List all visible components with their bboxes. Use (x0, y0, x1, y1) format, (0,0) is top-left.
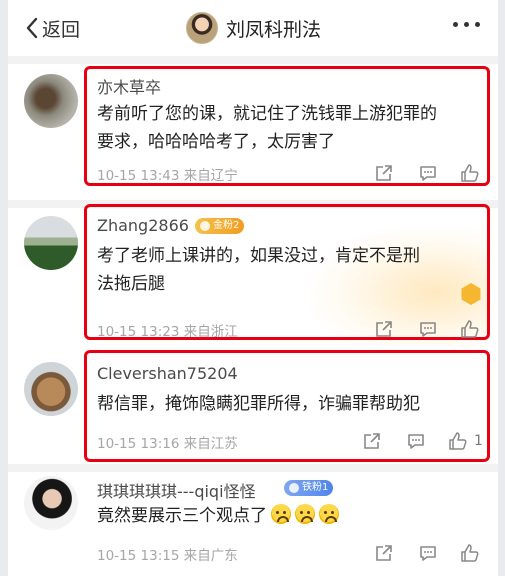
more-options-button[interactable] (453, 22, 480, 27)
fan-level-badge: 铁粉1 (284, 480, 334, 496)
comment-icon (408, 434, 424, 449)
comment-text: 考前听了您的课，就记住了洗钱罪上游犯罪的 要求，哈哈哈哈考了，太厉害了 (97, 100, 485, 156)
like-count: 1 (474, 433, 483, 449)
comment-location: 来自浙江 (183, 324, 238, 340)
reply-button[interactable] (416, 542, 440, 564)
comment-icon (420, 322, 436, 337)
crying-face-icon (295, 504, 315, 524)
weibo-comments-screen: 返回 刘凤科刑法 亦木草卒 考前听了您的课，就记住了洗钱罪上游犯罪的 要求，哈哈… (8, 0, 498, 576)
back-button[interactable]: 返回 (24, 14, 80, 42)
comment-icon (420, 546, 436, 561)
badge-label: 金粉2 (213, 220, 240, 231)
comment-location: 来自广东 (183, 548, 238, 564)
share-icon (376, 165, 392, 181)
comment-actions (372, 542, 482, 564)
crying-face-icon (319, 504, 339, 524)
comment-location: 来自江苏 (183, 436, 238, 452)
account-avatar[interactable] (186, 12, 218, 44)
user-avatar[interactable] (24, 362, 78, 416)
like-button[interactable] (458, 162, 482, 184)
comment-item[interactable]: Zhang2866 金粉2 考了老师上课讲的，如果没过，肯定不是刑 法拖后腿 1… (8, 204, 498, 346)
badge-icon (289, 483, 299, 493)
share-icon (376, 321, 392, 337)
comment-meta: 10-15 13:16 来自江苏 (97, 432, 238, 452)
comment-text: 竟然要展示三个观点了 (97, 502, 485, 530)
comment-meta: 10-15 13:15 来自广东 (97, 544, 238, 564)
fan-level-badge: 金粉2 (195, 218, 245, 234)
comment-meta: 10-15 13:23 来自浙江 (97, 320, 238, 340)
comment-item[interactable]: 亦木草卒 考前听了您的课，就记住了洗钱罪上游犯罪的 要求，哈哈哈哈考了，太厉害了… (8, 64, 498, 200)
comment-text: 考了老师上课讲的，如果没过，肯定不是刑 法拖后腿 (97, 242, 485, 298)
comment-item[interactable]: 琪琪琪琪琪---qiqi怪怪 铁粉1 竟然要展示三个观点了 10-15 13:1… (8, 472, 498, 576)
more-dot-icon (475, 22, 480, 27)
comment-username[interactable]: Zhang2866 (97, 216, 189, 235)
reply-button[interactable] (416, 162, 440, 184)
back-label: 返回 (42, 18, 81, 41)
thumbs-up-icon (461, 164, 479, 182)
comment-meta: 10-15 13:43 来自辽宁 (97, 164, 238, 184)
comment-username[interactable]: 琪琪琪琪琪---qiqi怪怪 (97, 478, 256, 502)
comment-username[interactable]: Clevershan75204 (97, 364, 238, 383)
chevron-left-icon (26, 17, 38, 39)
badge-icon (200, 221, 210, 231)
like-button[interactable] (458, 542, 482, 564)
comment-time: 10-15 13:15 (97, 548, 180, 564)
comment-actions (372, 162, 482, 184)
comment-text: 帮信罪，掩饰隐瞒犯罪所得，诈骗罪帮助犯 (97, 390, 485, 418)
comment-location: 来自辽宁 (183, 168, 238, 184)
page-title-group[interactable]: 刘凤科刑法 (186, 11, 321, 45)
comment-time: 10-15 13:23 (97, 324, 180, 340)
share-button[interactable] (360, 430, 384, 452)
comment-text-line: 竟然要展示三个观点了 (97, 506, 267, 526)
share-button[interactable] (372, 318, 396, 340)
thumbs-up-icon (461, 544, 479, 562)
badge-label: 铁粉1 (302, 482, 329, 493)
like-button[interactable] (446, 430, 470, 452)
comment-time: 10-15 13:16 (97, 436, 180, 452)
top-navigation-bar: 返回 刘凤科刑法 (8, 0, 498, 56)
comment-text-line: 法拖后腿 (97, 274, 165, 294)
crying-face-icon (271, 504, 291, 524)
user-avatar[interactable] (24, 476, 78, 530)
comment-item[interactable]: Clevershan75204 帮信罪，掩饰隐瞒犯罪所得，诈骗罪帮助犯 10-1… (8, 350, 498, 464)
comment-text-line: 帮信罪，掩饰隐瞒犯罪所得，诈骗罪帮助犯 (97, 394, 420, 414)
page-title: 刘凤科刑法 (226, 18, 322, 41)
comment-username[interactable]: 亦木草卒 (97, 74, 161, 98)
comment-actions (372, 318, 482, 340)
user-avatar[interactable] (24, 74, 78, 128)
comment-text-line: 要求，哈哈哈哈考了，太厉害了 (97, 132, 335, 152)
user-avatar[interactable] (24, 216, 78, 270)
comment-text-line: 考前听了您的课，就记住了洗钱罪上游犯罪的 (97, 104, 437, 124)
comment-icon (420, 166, 436, 181)
comment-divider (8, 464, 498, 472)
thumbs-up-icon (461, 320, 479, 338)
comment-text-line: 考了老师上课讲的，如果没过，肯定不是刑 (97, 246, 420, 266)
reply-button[interactable] (404, 430, 428, 452)
share-button[interactable] (372, 162, 396, 184)
more-dot-icon (453, 22, 458, 27)
header-divider (8, 56, 498, 64)
share-icon (376, 545, 392, 561)
comment-actions: 1 (360, 430, 483, 452)
thumbs-up-icon (449, 432, 467, 450)
reply-button[interactable] (416, 318, 440, 340)
more-dot-icon (464, 22, 469, 27)
share-icon (364, 433, 380, 449)
share-button[interactable] (372, 542, 396, 564)
comment-time: 10-15 13:43 (97, 168, 180, 184)
like-button[interactable] (458, 318, 482, 340)
